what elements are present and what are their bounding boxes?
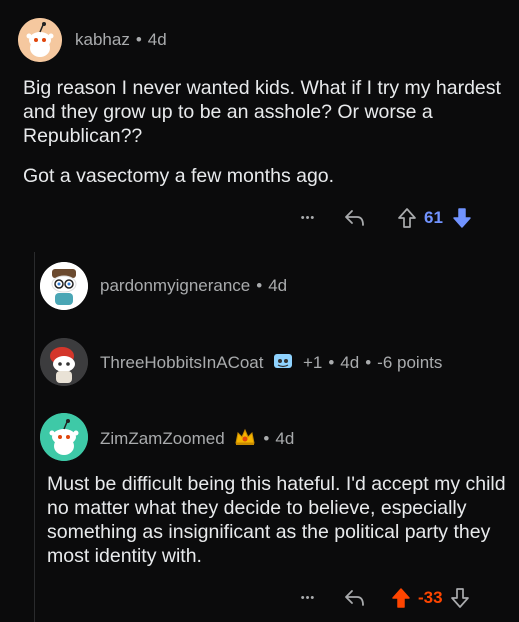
comment-body: Big reason I never wanted kids. What if …: [23, 76, 503, 188]
avatar[interactable]: [40, 413, 88, 461]
snoo-avatar-icon: [18, 18, 62, 62]
comment-paragraph: Got a vasectomy a few months ago.: [23, 165, 335, 187]
separator-dot: •: [135, 30, 142, 49]
comment-paragraph: Must be difficult being this hateful. I'…: [47, 473, 506, 567]
comment-actions: ••• 61: [296, 204, 473, 232]
comment-meta: ZimZamZoomed • 4d: [100, 427, 294, 452]
downvote-arrow-icon: [453, 208, 471, 228]
separator-dot: •: [328, 352, 335, 372]
comment-body: Must be difficult being this hateful. I'…: [47, 472, 509, 568]
more-options-button[interactable]: •••: [296, 212, 320, 224]
downvote-button[interactable]: [449, 586, 471, 610]
snoo-avatar-icon: [40, 262, 88, 310]
crown-award-icon: [233, 427, 257, 452]
vote-score: 61: [424, 208, 443, 227]
username[interactable]: ZimZamZoomed: [100, 429, 225, 448]
comment-age: 4d: [275, 428, 295, 448]
separator-dot: •: [263, 428, 270, 448]
avatar[interactable]: [40, 338, 88, 386]
comment-paragraph: Big reason I never wanted kids. What if …: [23, 77, 501, 147]
upvote-button[interactable]: [396, 206, 418, 230]
more-options-button[interactable]: •••: [296, 592, 320, 604]
upvote-arrow-icon: [392, 588, 410, 608]
comment-actions: ••• -33: [296, 584, 471, 612]
separator-dot: •: [256, 276, 263, 295]
comment-age: 4d: [147, 30, 167, 49]
avatar[interactable]: [40, 262, 88, 310]
snoo-avatar-icon: [40, 413, 88, 461]
comment-age: 4d: [268, 276, 288, 295]
award-icon: [272, 352, 294, 375]
downvote-arrow-icon: [450, 588, 469, 608]
avatar[interactable]: [18, 18, 62, 62]
username[interactable]: pardonmyignerance: [100, 276, 250, 295]
username[interactable]: kabhaz: [75, 30, 130, 49]
reply-button[interactable]: [342, 586, 366, 610]
separator-dot: •: [365, 352, 372, 372]
downvote-button[interactable]: [451, 206, 473, 230]
reply-button[interactable]: [342, 206, 366, 230]
username[interactable]: ThreeHobbitsInACoat: [100, 353, 263, 372]
comment-meta: kabhaz • 4d: [75, 30, 167, 50]
upvote-button[interactable]: [390, 586, 412, 610]
comment-meta: ThreeHobbitsInACoat +1 • 4d • -6 points: [100, 352, 442, 375]
comment-meta: pardonmyignerance • 4d: [100, 276, 287, 296]
snoo-avatar-icon: [40, 338, 88, 386]
award-count: +1: [302, 352, 323, 372]
reply-icon: [345, 590, 364, 606]
comment-age: 4d: [340, 352, 360, 372]
reply-icon: [345, 210, 364, 226]
upvote-arrow-icon: [398, 208, 416, 228]
vote-score: -33: [418, 588, 443, 607]
thread-line: [34, 252, 35, 622]
comment-points: -6 points: [377, 352, 443, 372]
